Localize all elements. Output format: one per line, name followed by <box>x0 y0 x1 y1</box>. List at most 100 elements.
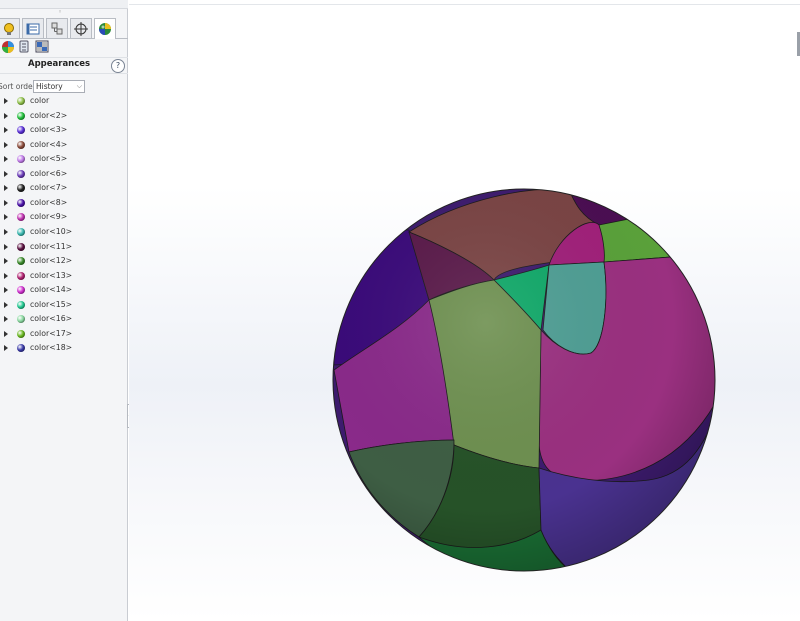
color-swatch-icon <box>17 213 25 222</box>
decals-subtab[interactable] <box>16 39 32 54</box>
appearance-item[interactable]: color<5> <box>0 153 128 168</box>
expand-arrow-icon[interactable] <box>4 301 8 308</box>
appearance-item-label: color <box>30 96 50 105</box>
tab-configuration-manager[interactable] <box>46 18 68 38</box>
tab-display-manager[interactable] <box>94 18 116 39</box>
expand-arrow-icon[interactable] <box>4 127 8 134</box>
color-swatch-icon <box>17 300 25 309</box>
panel-title: Appearances <box>28 59 91 69</box>
color-swatch-icon <box>17 111 25 120</box>
appearance-item-label: color<7> <box>30 183 68 193</box>
appearances-icon <box>2 40 14 53</box>
expand-arrow-icon[interactable] <box>4 287 8 294</box>
expand-arrow-icon[interactable] <box>4 112 8 119</box>
expand-arrow-icon[interactable] <box>4 156 8 163</box>
color-swatch-icon <box>17 140 25 149</box>
decals-icon <box>19 40 29 53</box>
expand-arrow-icon[interactable] <box>4 330 8 337</box>
appearance-item-label: color<14> <box>30 285 73 295</box>
appearances-panel: ◦ Appearances ? Sort order: History ⌵ co… <box>0 0 133 621</box>
appearance-item-label: color<15> <box>30 299 73 309</box>
expand-arrow-icon[interactable] <box>4 258 8 265</box>
sphere-outline <box>332 188 716 572</box>
appearance-item[interactable]: color <box>0 95 128 110</box>
scenes-icon <box>35 40 49 53</box>
display-manager-sphere-icon <box>99 23 111 35</box>
tab-dimxpert-manager[interactable] <box>70 18 92 38</box>
expand-arrow-icon[interactable] <box>4 228 8 235</box>
appearance-item[interactable]: color<2> <box>0 110 128 125</box>
appearance-item-label: color<2> <box>30 110 68 120</box>
appearance-item-label: color<5> <box>30 154 68 164</box>
expand-arrow-icon[interactable] <box>4 170 8 177</box>
appearances-header: Appearances ? <box>0 57 128 74</box>
appearance-item-label: color<17> <box>30 328 73 338</box>
help-icon[interactable]: ? <box>111 59 125 73</box>
appearance-item[interactable]: color<17> <box>0 328 128 343</box>
appearance-item[interactable]: color<9> <box>0 211 128 226</box>
color-swatch-icon <box>17 227 25 236</box>
configuration-manager-icon <box>51 22 63 34</box>
color-swatch-icon <box>17 257 25 266</box>
appearance-item-label: color<13> <box>30 270 73 280</box>
appearance-item-label: color<3> <box>30 125 68 135</box>
appearance-item[interactable]: color<4> <box>0 139 128 154</box>
expand-arrow-icon[interactable] <box>4 316 8 323</box>
color-swatch-icon <box>17 126 25 135</box>
tab-property-manager[interactable] <box>22 18 44 38</box>
expand-arrow-icon[interactable] <box>4 243 8 250</box>
appearance-item-label: color<16> <box>30 314 73 324</box>
expand-arrow-icon[interactable] <box>4 141 8 148</box>
panel-grip-icon[interactable]: ◦ <box>58 8 62 16</box>
expand-arrow-icon[interactable] <box>4 272 8 279</box>
property-manager-icon <box>26 23 40 34</box>
expand-arrow-icon[interactable] <box>4 199 8 206</box>
appearance-item-label: color<12> <box>30 256 73 266</box>
color-swatch-icon <box>17 329 25 338</box>
appearance-item-label: color<10> <box>30 226 73 236</box>
dimxpert-crosshair-icon <box>74 21 88 36</box>
colored-sphere-model[interactable] <box>129 0 800 621</box>
sort-order-row: Sort order: History ⌵ <box>0 79 128 95</box>
appearance-tab-bulb-icon <box>4 22 14 35</box>
tab-appearance-bulb[interactable] <box>0 18 20 38</box>
appearance-item[interactable]: color<15> <box>0 299 128 314</box>
appearance-item[interactable]: color<10> <box>0 226 128 241</box>
expand-arrow-icon[interactable] <box>4 98 8 104</box>
appearance-item[interactable]: color<12> <box>0 255 128 270</box>
appearance-item[interactable]: color<16> <box>0 313 128 328</box>
appearance-item-label: color<4> <box>30 139 68 149</box>
manager-tab-row <box>0 17 128 39</box>
appearance-item[interactable]: color<7> <box>0 182 128 197</box>
appearance-item[interactable]: color<3> <box>0 124 128 139</box>
color-swatch-icon <box>17 169 25 178</box>
appearance-item-label: color<8> <box>30 197 68 207</box>
graphics-viewport[interactable] <box>129 0 800 621</box>
expand-arrow-icon[interactable] <box>4 214 8 221</box>
color-swatch-icon <box>17 344 25 353</box>
appearance-item[interactable]: color<13> <box>0 270 128 285</box>
expand-arrow-icon[interactable] <box>4 345 8 352</box>
appearance-item-label: color<6> <box>30 168 68 178</box>
scenes-subtab[interactable] <box>34 39 50 54</box>
panel-top-strip <box>0 0 128 9</box>
appearance-item[interactable]: color<8> <box>0 197 128 212</box>
color-swatch-icon <box>17 286 25 295</box>
sort-order-value: History <box>36 82 63 91</box>
color-swatch-icon <box>17 242 25 251</box>
appearance-item[interactable]: color<11> <box>0 241 128 256</box>
appearances-subtab[interactable] <box>0 39 16 54</box>
appearance-item[interactable]: color<14> <box>0 284 128 299</box>
appearance-item-label: color<9> <box>30 212 68 222</box>
appearance-item[interactable]: color<6> <box>0 168 128 183</box>
appearance-subtools <box>0 38 128 55</box>
appearance-item-label: color<18> <box>30 343 73 353</box>
color-swatch-icon <box>17 198 25 207</box>
expand-arrow-icon[interactable] <box>4 185 8 192</box>
color-swatch-icon <box>17 315 25 324</box>
appearance-item[interactable]: color<18> <box>0 342 128 357</box>
chevron-down-icon: ⌵ <box>76 82 82 90</box>
color-swatch-icon <box>17 97 25 105</box>
color-swatch-icon <box>17 184 25 193</box>
sort-order-select[interactable]: History ⌵ <box>33 80 85 93</box>
